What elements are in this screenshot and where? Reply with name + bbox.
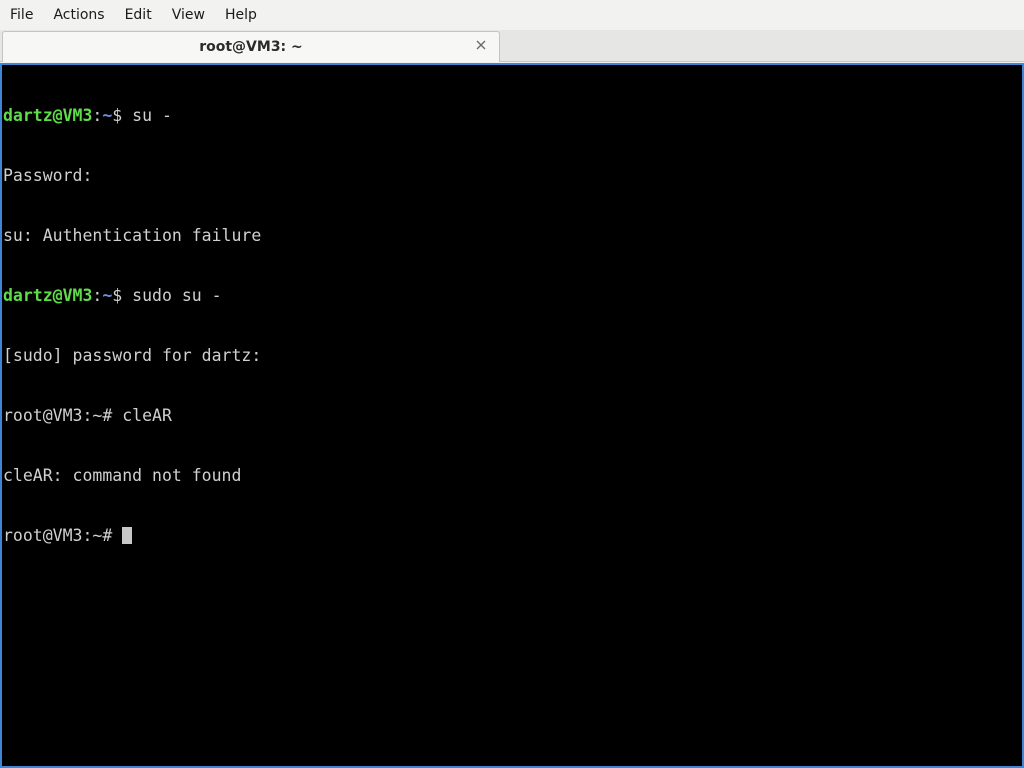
- menu-edit[interactable]: Edit: [115, 0, 162, 30]
- prompt-separator: :: [92, 106, 103, 125]
- menu-help[interactable]: Help: [215, 0, 267, 30]
- tab-bar: root@VM3: ~: [0, 30, 1024, 62]
- terminal-line: cleAR: command not found: [3, 466, 242, 485]
- prompt-symbol: $: [112, 106, 133, 125]
- command-text: sudo su -: [132, 286, 222, 305]
- terminal-line: su: Authentication failure: [3, 226, 262, 245]
- prompt-path: ~: [102, 286, 113, 305]
- terminal-view[interactable]: dartz@VM3:~$ su - Password: su: Authenti…: [0, 63, 1024, 768]
- terminal-line: dartz@VM3:~$ su -: [3, 106, 1021, 126]
- close-icon[interactable]: [473, 37, 489, 53]
- close-icon-glyph: [476, 40, 486, 50]
- root-prompt: root@VM3:~#: [3, 526, 123, 545]
- menu-view[interactable]: View: [162, 0, 215, 30]
- menu-file[interactable]: File: [0, 0, 43, 30]
- menu-bar: File Actions Edit View Help: [0, 0, 1024, 30]
- menu-actions[interactable]: Actions: [43, 0, 114, 30]
- terminal-line: Password:: [3, 166, 93, 185]
- command-text: su -: [132, 106, 172, 125]
- prompt-user-host: dartz@VM3: [3, 286, 93, 305]
- terminal-line: root@VM3:~# cleAR: [3, 406, 172, 425]
- prompt-path: ~: [102, 106, 113, 125]
- tab-root-terminal[interactable]: root@VM3: ~: [2, 31, 500, 62]
- prompt-symbol: $: [112, 286, 133, 305]
- prompt-user-host: dartz@VM3: [3, 106, 93, 125]
- text-cursor: [122, 527, 133, 544]
- tab-title: root@VM3: ~: [199, 39, 303, 55]
- terminal-line: [sudo] password for dartz:: [3, 346, 262, 365]
- terminal-line: root@VM3:~#: [3, 526, 1021, 546]
- terminal-line: dartz@VM3:~$ sudo su -: [3, 286, 1021, 306]
- prompt-separator: :: [92, 286, 103, 305]
